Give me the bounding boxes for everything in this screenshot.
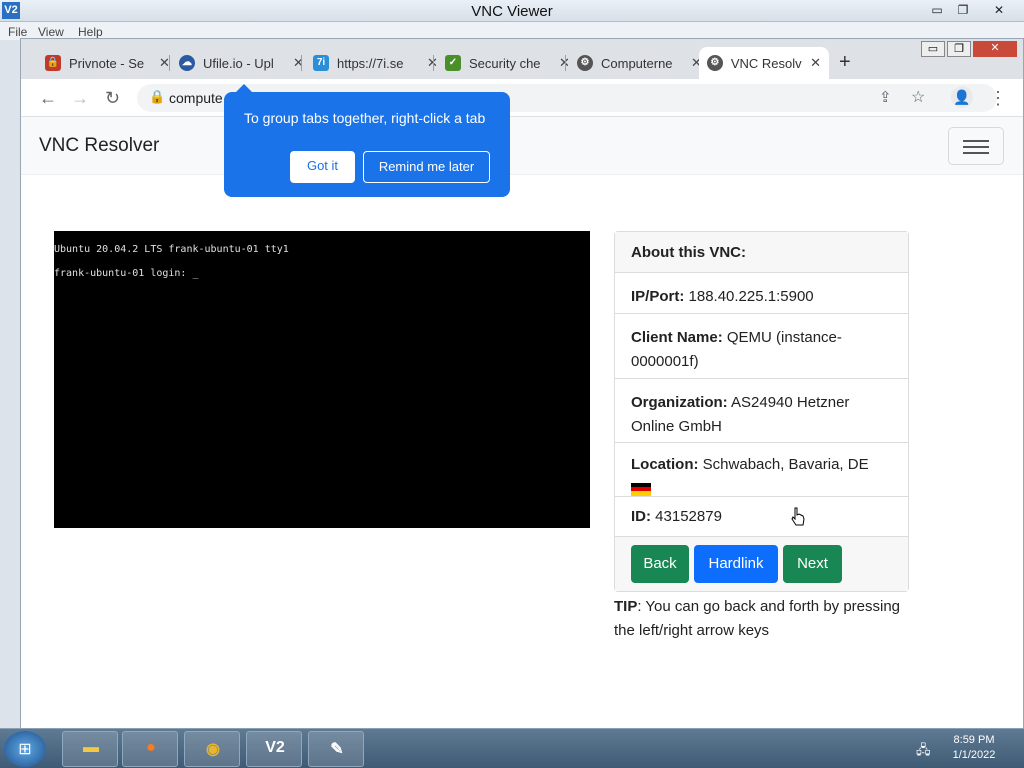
tab-strip: 🔒 Privnote - Se ✕ ☁ Ufile.io - Upl ✕ 7i …: [21, 39, 1023, 79]
id-label: ID:: [631, 508, 651, 525]
germany-flag-icon: [631, 482, 651, 496]
firefox-taskbar-button[interactable]: ●: [122, 731, 178, 767]
tip-body: : You can go back and forth by pressing …: [614, 598, 901, 639]
menu-help[interactable]: Help: [78, 25, 103, 39]
client-name-item: Client Name: QEMU (instance-0000001f): [615, 314, 908, 379]
chrome-window: 🔒 Privnote - Se ✕ ☁ Ufile.io - Upl ✕ 7i …: [20, 38, 1024, 728]
chrome-taskbar-button[interactable]: ◉: [184, 731, 240, 767]
id-value: 43152879: [655, 508, 722, 525]
new-tab-button[interactable]: +: [839, 51, 851, 74]
location-label: Location:: [631, 456, 699, 473]
next-button[interactable]: Next: [783, 545, 842, 583]
chrome-maximize-button[interactable]: ❐: [947, 41, 971, 57]
tab-label: https://7i.se: [337, 55, 404, 71]
organization-item: Organization: AS24940 Hetzner Online Gmb…: [615, 379, 908, 443]
minimize-button[interactable]: ▭: [924, 2, 950, 19]
brand-title[interactable]: VNC Resolver: [39, 135, 159, 157]
navbar: VNC Resolver: [21, 117, 1023, 175]
maximize-button[interactable]: ❐: [950, 2, 976, 19]
explorer-taskbar-button[interactable]: ▬: [62, 731, 118, 767]
clock-date: 1/1/2022: [952, 749, 996, 761]
hand-cursor-icon: [791, 507, 805, 526]
tab-label: VNC Resolve: [730, 55, 803, 71]
card-footer: Back Hardlink Next: [615, 537, 908, 591]
hardlink-button[interactable]: Hardlink: [694, 545, 778, 583]
menu-file[interactable]: File: [8, 25, 27, 39]
remind-later-button[interactable]: Remind me later: [363, 151, 490, 183]
tip-label: TIP: [614, 598, 638, 615]
vnc-screenshot: Ubuntu 20.04.2 LTS frank-ubuntu-01 tty1 …: [54, 231, 590, 528]
tab-label: Computerne: [601, 55, 673, 71]
chrome-icon: ◉: [206, 741, 220, 758]
vnc-app-icon: V2: [265, 739, 285, 756]
start-button[interactable]: ⊞: [4, 731, 46, 767]
location-value: Schwabach, Bavaria, DE: [702, 456, 869, 473]
vnc-info-card: About this VNC: IP/Port: 188.40.225.1:59…: [614, 231, 909, 592]
back-arrow-icon[interactable]: ←: [39, 88, 57, 109]
menu-view[interactable]: View: [38, 25, 64, 39]
notepad-icon: ✎: [330, 741, 344, 758]
profile-avatar-icon[interactable]: 👤: [951, 86, 973, 108]
back-button[interactable]: Back: [631, 545, 689, 583]
vnc-taskbar-button[interactable]: V2: [246, 731, 302, 767]
ip-label: IP/Port:: [631, 288, 685, 305]
share-icon[interactable]: ⇪: [879, 88, 892, 106]
firefox-icon: ●: [146, 739, 156, 756]
page-content: VNC Resolver Ubuntu 20.04.2 LTS frank-ub…: [21, 117, 1023, 728]
taskbar: ⊞ ▬ ● ◉ V2 ✎ 🖧 8:59 PM 1/1/2022: [0, 728, 1024, 768]
reload-icon[interactable]: ↻: [105, 88, 120, 109]
vnc-window-title: VNC Viewer: [471, 3, 553, 20]
org-label: Organization:: [631, 394, 728, 411]
screen-line: frank-ubuntu-01 login: _: [54, 268, 199, 279]
lock-icon: 🔒: [149, 89, 166, 104]
folder-icon: ▬: [83, 739, 99, 756]
chrome-close-button[interactable]: ✕: [973, 41, 1017, 57]
chrome-minimize-button[interactable]: ▭: [921, 41, 945, 57]
tab-7i[interactable]: 7i https://7i.se ✕: [305, 47, 446, 79]
vnc-resolver-icon: ⚙: [707, 55, 723, 71]
navbar-toggler-button[interactable]: [948, 127, 1004, 165]
vnc-titlebar: V2 VNC Viewer ▭ ❐ ✕: [0, 0, 1024, 22]
forward-arrow-icon[interactable]: →: [71, 88, 89, 109]
got-it-button[interactable]: Got it: [290, 151, 355, 183]
tab-privnote[interactable]: 🔒 Privnote - Se ✕: [37, 47, 178, 79]
client-label: Client Name:: [631, 329, 723, 346]
tab-label: Ufile.io - Upl: [203, 55, 274, 71]
7i-icon: 7i: [313, 55, 329, 71]
tab-group-popover: To group tabs together, right-click a ta…: [224, 84, 510, 197]
network-icon[interactable]: 🖧: [916, 741, 931, 763]
tab-ufile[interactable]: ☁ Ufile.io - Upl ✕: [171, 47, 312, 79]
ufile-icon: ☁: [179, 55, 195, 71]
security-check-icon: ✓: [445, 55, 461, 71]
close-button[interactable]: ✕: [986, 2, 1012, 19]
screen-line: Ubuntu 20.04.2 LTS frank-ubuntu-01 tty1: [54, 244, 289, 255]
tab-close-icon[interactable]: ✕: [293, 55, 304, 71]
url-text: compute: [169, 90, 223, 106]
privnote-icon: 🔒: [45, 55, 61, 71]
vnc-viewer-window: V2 VNC Viewer ▭ ❐ ✕ File View Help 🔒 Pri…: [0, 0, 1024, 728]
notepad-taskbar-button[interactable]: ✎: [308, 731, 364, 767]
id-item: ID: 43152879: [615, 497, 908, 537]
windows-logo-icon: ⊞: [18, 741, 32, 758]
ip-port-item: IP/Port: 188.40.225.1:5900: [615, 273, 908, 314]
tab-computerne[interactable]: ⚙ Computerne ✕: [569, 47, 710, 79]
bookmark-star-icon[interactable]: ☆: [911, 87, 925, 107]
ip-value: 188.40.225.1:5900: [688, 288, 814, 305]
card-header: About this VNC:: [615, 232, 908, 273]
computer-icon: ⚙: [577, 55, 593, 71]
tab-label: Security che: [469, 55, 541, 71]
popover-text: To group tabs together, right-click a ta…: [244, 110, 486, 126]
location-item: Location: Schwabach, Bavaria, DE: [615, 443, 908, 497]
tab-security-check[interactable]: ✓ Security che ✕: [437, 47, 578, 79]
tip-text: TIP: You can go back and forth by pressi…: [614, 595, 909, 643]
browser-toolbar: ← → ↻ 🔒 compute ⇪ ☆ 👤 ⋮: [21, 79, 1023, 117]
tab-close-icon[interactable]: ✕: [810, 55, 821, 71]
hamburger-icon: [963, 140, 989, 142]
tab-vnc-resolver[interactable]: ⚙ VNC Resolve ✕: [699, 47, 829, 79]
menu-kebab-icon[interactable]: ⋮: [989, 88, 1007, 109]
clock-time: 8:59 PM: [953, 734, 995, 746]
tab-label: Privnote - Se: [69, 55, 145, 71]
taskbar-clock[interactable]: 8:59 PM 1/1/2022: [944, 733, 1004, 763]
